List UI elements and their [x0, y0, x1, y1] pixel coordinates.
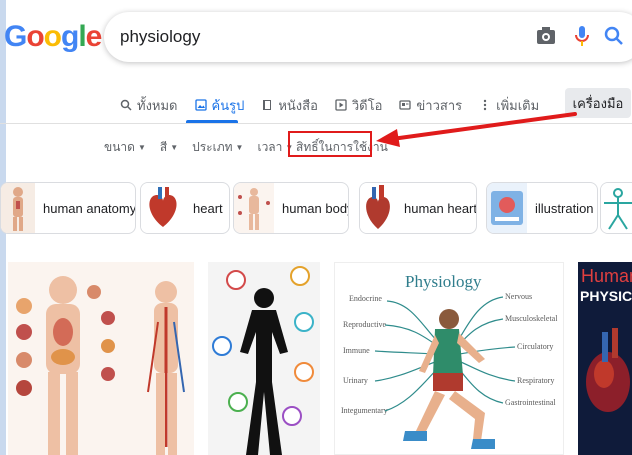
result-image-book-cover[interactable]: Human PHYSIC — [578, 262, 632, 455]
search-icon[interactable] — [602, 24, 626, 48]
search-icon — [120, 99, 132, 111]
result-image-body-silhouette[interactable] — [208, 262, 320, 455]
physiology-diagram: Physiology Endocrine Reproductive Immune… — [341, 272, 558, 449]
highlight-box — [288, 131, 372, 157]
tab-books[interactable]: หนังสือ — [261, 94, 318, 116]
chip-more[interactable] — [600, 182, 632, 234]
chip-illustration[interactable]: illustration — [486, 182, 598, 234]
video-icon — [335, 99, 347, 111]
caret-down-icon: ▼ — [170, 143, 179, 152]
camera-icon[interactable] — [534, 24, 558, 48]
chip-thumbnail — [1, 183, 35, 233]
search-results-page: Google physiology ทั้งหมด ค้นรูป หนังสือ… — [0, 0, 632, 455]
diagram-label-right: Musculoskeletal — [505, 314, 558, 323]
cover-heart-art — [586, 328, 630, 412]
diagram-label-left: Immune — [343, 346, 370, 355]
google-logo[interactable]: Google — [4, 20, 102, 54]
microphone-icon[interactable] — [570, 24, 594, 48]
cover-title-line2: PHYSIC — [580, 288, 632, 304]
chip-human-heart[interactable]: human heart — [359, 182, 477, 234]
filter-bar: ขนาด ▼ สี ▼ ประเภท ▼ เวลา ▼ — [104, 138, 293, 157]
search-input[interactable]: physiology — [120, 27, 200, 47]
body-silhouette-illustration — [212, 266, 314, 455]
filter-type[interactable]: ประเภท ▼ — [192, 138, 243, 157]
chip-heart[interactable]: heart — [140, 182, 230, 234]
related-searches: human anatomy heart human body human hea… — [0, 182, 632, 236]
book-icon — [263, 100, 272, 110]
chip-human-anatomy[interactable]: human anatomy — [0, 182, 136, 234]
result-image-anatomy[interactable] — [8, 262, 194, 455]
result-image-physiology-diagram[interactable]: Physiology Endocrine Reproductive Immune… — [334, 262, 564, 455]
diagram-label-left: Reproductive — [343, 320, 387, 329]
filter-size[interactable]: ขนาด ▼ — [104, 138, 146, 157]
filter-color[interactable]: สี ▼ — [160, 138, 178, 157]
red-arrow-annotation — [376, 112, 577, 147]
diagram-label-right: Respiratory — [517, 376, 554, 385]
diagram-title: Physiology — [405, 272, 482, 291]
diagram-label-left: Urinary — [343, 376, 368, 385]
vitruvian-figure-icon — [601, 183, 632, 233]
caret-down-icon: ▼ — [235, 143, 244, 152]
chip-thumbnail — [141, 183, 185, 233]
chip-human-body[interactable]: human body — [233, 182, 349, 234]
diagram-label-right: Circulatory — [517, 342, 553, 351]
diagram-label-right: Nervous — [505, 292, 532, 301]
search-box[interactable]: physiology — [104, 12, 632, 62]
anatomy-illustration — [16, 276, 185, 455]
diagram-label-left: Integumentary — [341, 406, 388, 415]
caret-down-icon: ▼ — [137, 143, 146, 152]
cover-title-line1: Human — [581, 266, 632, 286]
image-icon — [194, 99, 207, 111]
chip-thumbnail — [234, 183, 274, 233]
tab-all[interactable]: ทั้งหมด — [120, 94, 178, 116]
diagram-label-right: Gastrointestinal — [505, 398, 556, 407]
diagram-label-left: Endocrine — [349, 294, 382, 303]
chip-thumbnail — [360, 183, 396, 233]
tab-images[interactable]: ค้นรูป — [194, 94, 244, 116]
chip-thumbnail — [487, 183, 527, 233]
